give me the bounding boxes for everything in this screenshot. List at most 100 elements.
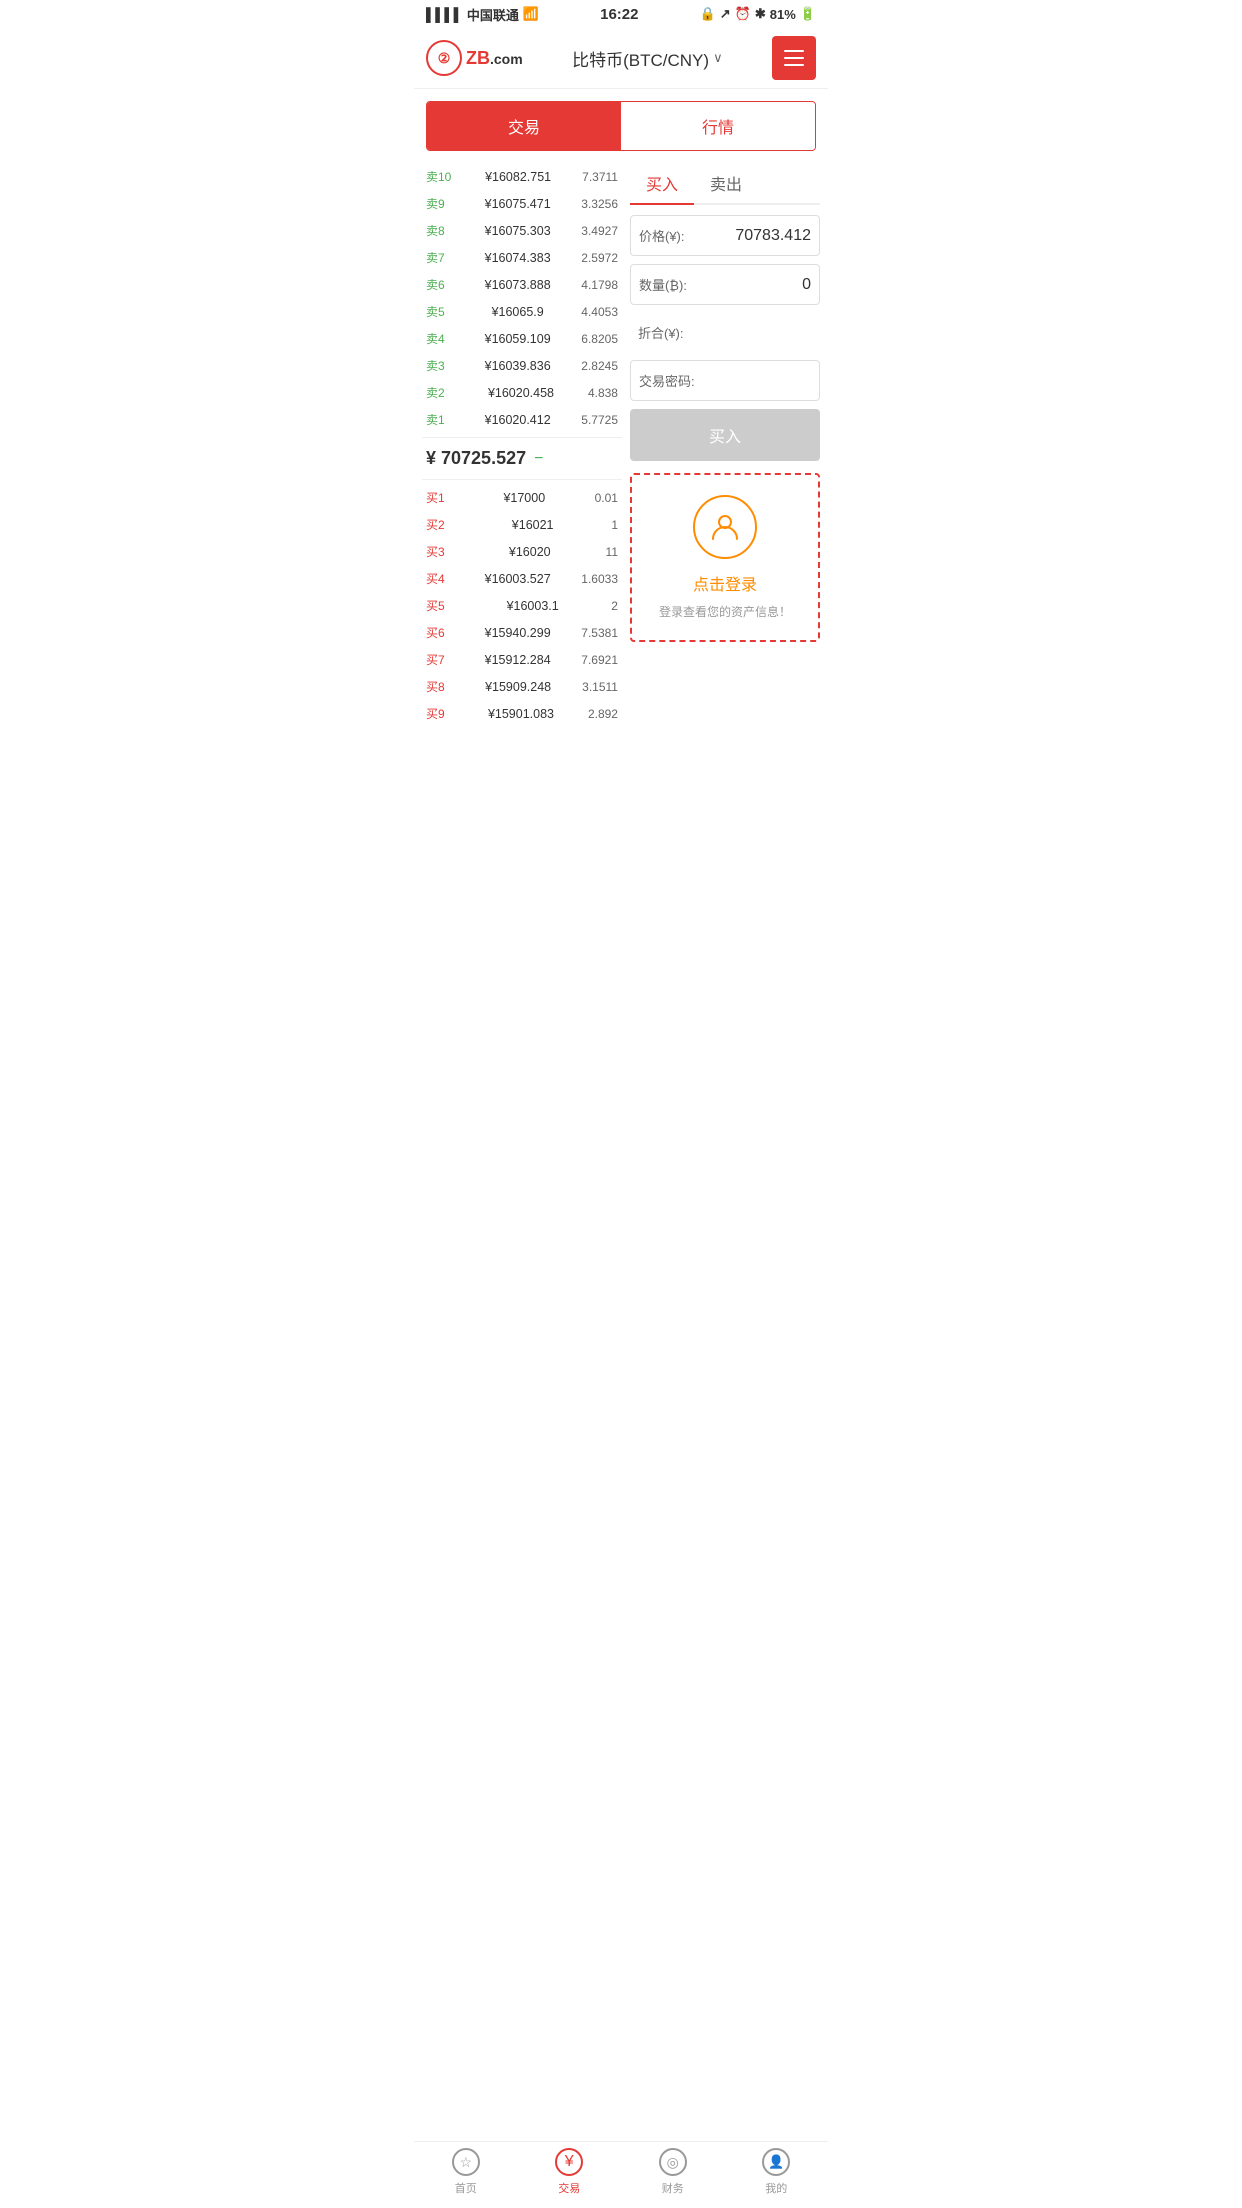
market-pair-selector[interactable]: 比特币(BTC/CNY) ∨ (572, 46, 722, 71)
buy-order-amount: 11 (606, 545, 618, 559)
buy-order-label: 买1 (426, 489, 454, 506)
buy-sell-tabs: 买入 卖出 (630, 163, 820, 205)
amount-field[interactable]: 数量(₿): 0 (630, 264, 820, 305)
buy-order-row: 买4 ¥16003.527 1.6033 (422, 565, 622, 592)
total-label: 折合(¥): (638, 323, 684, 342)
carrier-name: 中国联通 (467, 5, 519, 24)
sell-order-amount: 4.1798 (581, 278, 618, 292)
finance-icon: ◎ (659, 2148, 687, 2176)
nav-profile[interactable]: 👤 我的 (725, 2148, 829, 2196)
buy-order-label: 买4 (426, 570, 454, 587)
buy-order-price: ¥15912.284 (485, 653, 551, 667)
bluetooth-icon: ✱ (755, 6, 766, 22)
password-field[interactable]: 交易密码: (630, 360, 820, 401)
tab-market[interactable]: 行情 (621, 102, 815, 150)
logo: ② ZB.com (426, 40, 523, 76)
sell-tab[interactable]: 卖出 (694, 163, 758, 203)
main-tab-bar: 交易 行情 (426, 101, 816, 151)
app-header: ② ZB.com 比特币(BTC/CNY) ∨ (414, 28, 828, 89)
menu-button[interactable] (772, 36, 816, 80)
buy-order-label: 买5 (426, 597, 454, 614)
nav-finance[interactable]: ◎ 财务 (621, 2148, 725, 2196)
wifi-icon: 📶 (523, 6, 539, 22)
sell-order-price: ¥16074.383 (485, 251, 551, 265)
amount-label: 数量(₿): (639, 275, 687, 294)
password-label: 交易密码: (639, 371, 695, 390)
tab-trade[interactable]: 交易 (427, 102, 621, 150)
buy-tab[interactable]: 买入 (630, 163, 694, 205)
sell-order-label: 卖10 (426, 168, 454, 185)
buy-order-amount: 7.5381 (581, 626, 618, 640)
battery-percent: 81% (770, 7, 796, 22)
sell-order-price: ¥16020.412 (485, 413, 551, 427)
buy-order-label: 买2 (426, 516, 454, 533)
nav-home[interactable]: ☆ 首页 (414, 2148, 518, 2196)
buy-order-row: 买9 ¥15901.083 2.892 (422, 700, 622, 727)
sell-order-row: 卖5 ¥16065.9 4.4053 (422, 298, 622, 325)
sell-order-amount: 2.8245 (581, 359, 618, 373)
buy-order-amount: 2 (611, 599, 618, 613)
sell-order-label: 卖3 (426, 357, 454, 374)
nav-trade[interactable]: ¥ 交易 (518, 2148, 622, 2196)
sell-order-label: 卖4 (426, 330, 454, 347)
buy-button[interactable]: 买入 (630, 409, 820, 461)
trade-panel: 买入 卖出 价格(¥): 70783.412 数量(₿): 0 折合(¥): 交… (630, 163, 820, 727)
menu-line-2 (784, 57, 804, 59)
buy-order-row: 买7 ¥15912.284 7.6921 (422, 646, 622, 673)
sell-order-price: ¥16075.471 (485, 197, 551, 211)
sell-order-label: 卖8 (426, 222, 454, 239)
menu-line-1 (784, 50, 804, 52)
sell-order-row: 卖4 ¥16059.109 6.8205 (422, 325, 622, 352)
nav-trade-label: 交易 (558, 2180, 580, 2196)
buy-order-amount: 1 (611, 518, 618, 532)
amount-value: 0 (691, 276, 811, 294)
sell-order-amount: 5.7725 (581, 413, 618, 427)
sell-order-amount: 4.4053 (581, 305, 618, 319)
sell-order-row: 卖9 ¥16075.471 3.3256 (422, 190, 622, 217)
chevron-down-icon: ∨ (713, 50, 723, 66)
sell-order-amount: 2.5972 (581, 251, 618, 265)
sell-order-row: 卖2 ¥16020.458 4.838 (422, 379, 622, 406)
sell-order-price: ¥16039.836 (485, 359, 551, 373)
buy-order-price: ¥16021 (512, 518, 554, 532)
price-value: 70783.412 (689, 227, 811, 245)
buy-order-label: 买3 (426, 543, 454, 560)
buy-order-row: 买8 ¥15909.248 3.1511 (422, 673, 622, 700)
home-icon: ☆ (452, 2148, 480, 2176)
sell-order-amount: 4.838 (588, 386, 618, 400)
logo-icon: ② (438, 50, 451, 67)
sell-order-label: 卖6 (426, 276, 454, 293)
sell-order-amount: 6.8205 (581, 332, 618, 346)
main-content: 卖10 ¥16082.751 7.3711 卖9 ¥16075.471 3.32… (414, 163, 828, 727)
buy-order-price: ¥15940.299 (485, 626, 551, 640)
buy-orders: 买1 ¥17000 0.01 买2 ¥16021 1 买3 ¥16020 11 … (422, 484, 622, 727)
buy-order-label: 买9 (426, 705, 454, 722)
status-time: 16:22 (600, 6, 638, 23)
current-price-row: ¥ 70725.527 − (422, 437, 622, 480)
sell-order-label: 卖5 (426, 303, 454, 320)
buy-order-price: ¥15901.083 (488, 707, 554, 721)
buy-order-amount: 7.6921 (581, 653, 618, 667)
logo-brand: ZB.com (466, 48, 523, 69)
sell-order-row: 卖8 ¥16075.303 3.4927 (422, 217, 622, 244)
login-prompt[interactable]: 点击登录 登录查看您的资产信息！ (630, 473, 820, 642)
login-title: 点击登录 (644, 571, 806, 595)
sell-order-row: 卖3 ¥16039.836 2.8245 (422, 352, 622, 379)
sell-orders: 卖10 ¥16082.751 7.3711 卖9 ¥16075.471 3.32… (422, 163, 622, 433)
buy-order-row: 买5 ¥16003.1 2 (422, 592, 622, 619)
buy-order-row: 买3 ¥16020 11 (422, 538, 622, 565)
buy-order-price: ¥17000 (503, 491, 545, 505)
market-pair-label: 比特币(BTC/CNY) (572, 46, 709, 71)
price-field[interactable]: 价格(¥): 70783.412 (630, 215, 820, 256)
buy-order-label: 买6 (426, 624, 454, 641)
alarm-icon: ⏰ (735, 6, 751, 22)
buy-order-label: 买8 (426, 678, 454, 695)
sell-order-price: ¥16075.303 (485, 224, 551, 238)
price-label: 价格(¥): (639, 226, 685, 245)
sell-order-price: ¥16065.9 (492, 305, 544, 319)
login-subtitle: 登录查看您的资产信息！ (644, 603, 806, 620)
buy-order-price: ¥16003.1 (507, 599, 559, 613)
sell-order-amount: 7.3711 (582, 170, 618, 184)
buy-order-row: 买2 ¥16021 1 (422, 511, 622, 538)
nav-profile-label: 我的 (765, 2180, 787, 2196)
